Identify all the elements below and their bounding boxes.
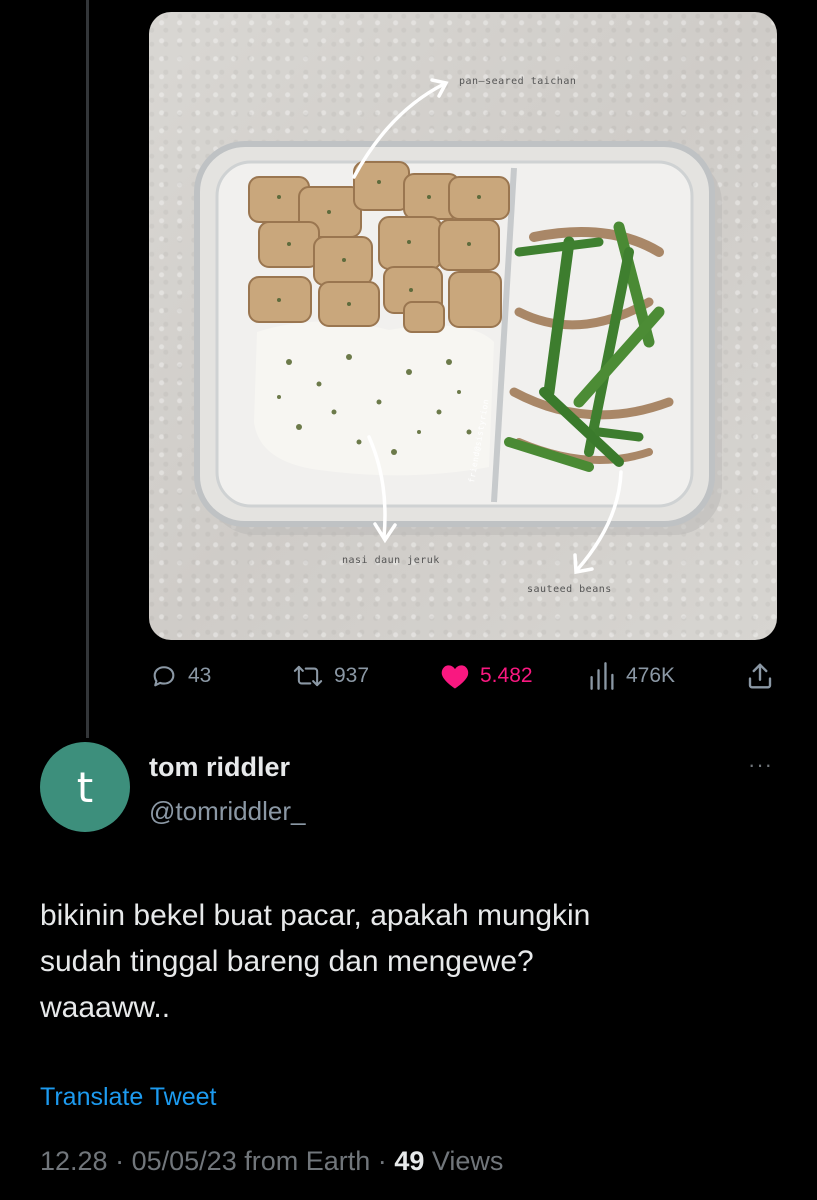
views-count: 476K	[626, 664, 676, 687]
meta-separator: ·	[115, 1146, 125, 1176]
more-icon[interactable]: ···	[748, 752, 773, 778]
views-button[interactable]: 476K	[588, 655, 675, 697]
avatar[interactable]: t	[40, 742, 130, 832]
label-beans: sauteed beans	[527, 584, 612, 595]
views-icon	[590, 662, 614, 690]
share-button[interactable]	[745, 655, 775, 697]
tweet-actions: 43 937 5.482 476K	[0, 655, 817, 697]
tweet-source: from Earth	[244, 1146, 371, 1176]
avatar-letter: t	[76, 762, 94, 812]
like-button[interactable]: 5.482	[440, 655, 533, 697]
views-number: 49	[394, 1146, 425, 1176]
author-name[interactable]: tom riddler	[149, 752, 290, 783]
views-label: Views	[431, 1146, 504, 1176]
label-chicken: pan—seared taichan	[459, 76, 577, 87]
like-count: 5.482	[480, 664, 533, 687]
share-icon	[748, 663, 772, 689]
tweet-photo[interactable]: pan—seared taichan nasi daun jeruk saute…	[149, 12, 777, 640]
reply-button[interactable]: 43	[150, 655, 211, 697]
lunchbox-illustration	[194, 78, 722, 575]
tweet-date[interactable]: 05/05/23	[132, 1146, 237, 1176]
reply-icon	[153, 666, 175, 687]
thread-line	[86, 0, 89, 738]
retweet-count: 937	[334, 664, 370, 687]
label-rice: nasi daun jeruk	[342, 555, 440, 566]
author-handle[interactable]: @tomriddler_	[149, 796, 305, 827]
tweet-text: bikinin bekel buat pacar, apakah mungkin…	[40, 899, 591, 1024]
heart-icon	[441, 665, 469, 689]
tweet-time[interactable]: 12.28	[40, 1146, 108, 1176]
tweet-meta: 12.28 · 05/05/23 from Earth · 49 Views	[40, 1146, 503, 1177]
reply-count: 43	[188, 664, 212, 687]
translate-tweet-link[interactable]: Translate Tweet	[40, 1083, 216, 1112]
meta-separator: ·	[377, 1146, 387, 1176]
retweet-button[interactable]: 937	[292, 655, 369, 697]
retweet-icon	[293, 665, 323, 687]
